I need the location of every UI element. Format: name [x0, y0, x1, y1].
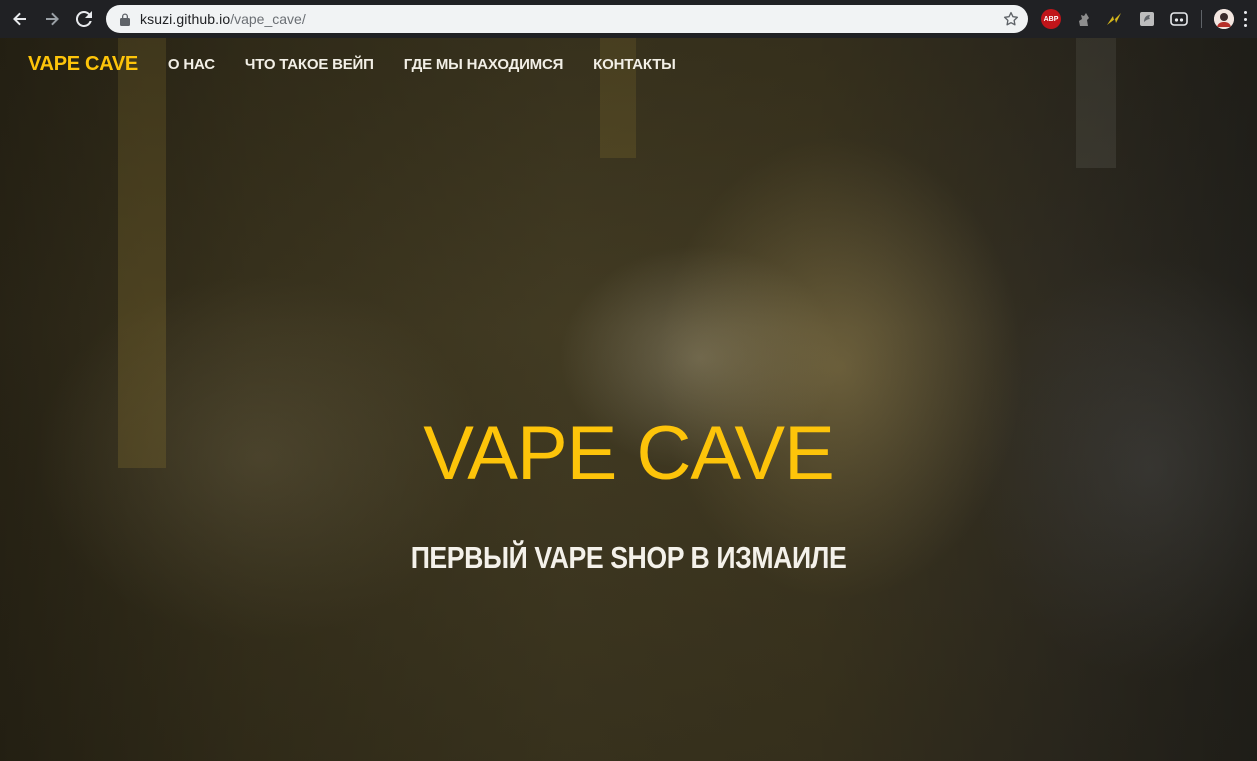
extension-icon[interactable]	[1137, 9, 1157, 29]
arrow-left-icon	[13, 12, 26, 26]
url-path: /vape_cave/	[230, 11, 306, 27]
site-navigation: VAPE CAVE О НАС ЧТО ТАКОЕ ВЕЙП ГДЕ МЫ НА…	[28, 52, 676, 76]
hero-subtitle: ПЕРВЫЙ VAPE SHOP В ИЗМАИЛЕ	[410, 540, 847, 575]
hero-overlay	[0, 38, 1257, 761]
hero-title: VAPE CAVE	[423, 411, 835, 496]
toolbar-divider	[1201, 10, 1202, 28]
extension-icon[interactable]	[1169, 9, 1189, 29]
reload-icon	[76, 11, 92, 27]
hero-section: VAPE CAVE О НАС ЧТО ТАКОЕ ВЕЙП ГДЕ МЫ НА…	[0, 38, 1257, 761]
nav-link-location[interactable]: ГДЕ МЫ НАХОДИМСЯ	[404, 56, 564, 73]
lock-icon	[118, 11, 132, 27]
reload-button[interactable]	[68, 3, 100, 35]
nav-link-about[interactable]: О НАС	[168, 56, 215, 73]
nav-link-what-is-vape[interactable]: ЧТО ТАКОЕ ВЕЙП	[245, 56, 374, 73]
url-host: ksuzi.github.io	[140, 11, 231, 27]
extension-icon[interactable]	[1073, 9, 1093, 29]
browser-menu-icon[interactable]	[1240, 11, 1250, 27]
extension-icon[interactable]	[1104, 9, 1124, 29]
adblock-plus-icon[interactable]: ABP	[1041, 9, 1061, 29]
address-bar[interactable]: ksuzi.github.io/vape_cave/	[106, 5, 1028, 33]
back-button[interactable]	[4, 3, 36, 35]
arrow-right-icon	[46, 12, 59, 26]
profile-avatar[interactable]	[1214, 9, 1234, 29]
browser-toolbar: ksuzi.github.io/vape_cave/ ABP	[0, 0, 1257, 38]
bookmark-star-icon[interactable]	[1002, 10, 1020, 28]
nav-link-contacts[interactable]: КОНТАКТЫ	[593, 56, 676, 73]
forward-button[interactable]	[36, 3, 68, 35]
site-logo[interactable]: VAPE CAVE	[28, 53, 138, 76]
